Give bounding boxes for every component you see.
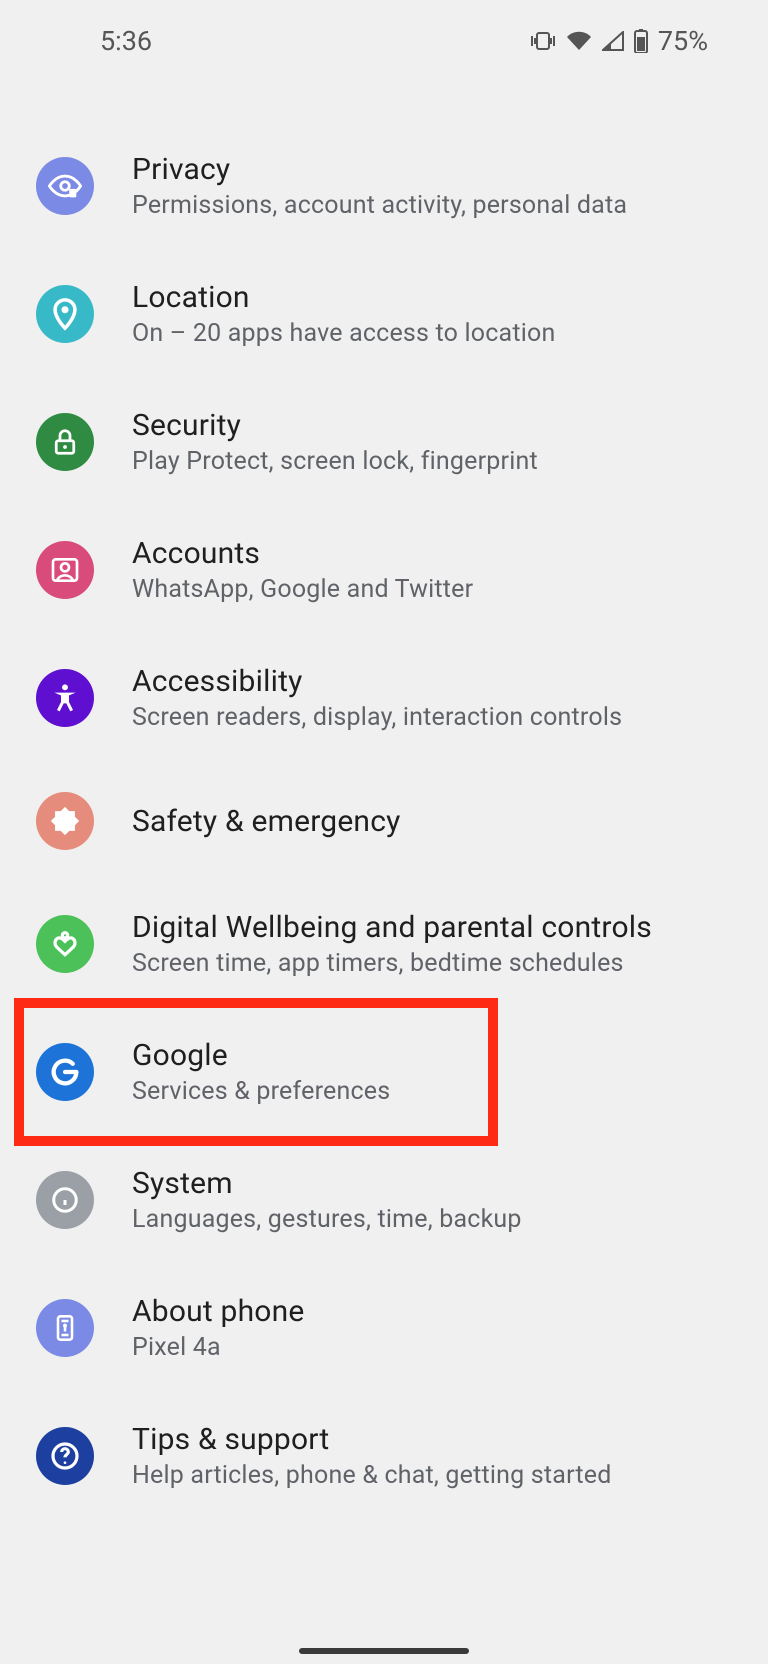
item-subtitle: Screen readers, display, interaction con… [132, 703, 622, 732]
vibrate-icon [530, 31, 556, 51]
settings-item-google[interactable]: Google Services & preferences [0, 1008, 768, 1136]
battery-icon [634, 29, 648, 53]
item-title: System [132, 1166, 522, 1201]
item-title: Tips & support [132, 1422, 612, 1457]
statusbar-indicators: 75% [530, 25, 708, 57]
status-bar: 5:36 75% [0, 0, 768, 82]
item-title: About phone [132, 1294, 304, 1329]
item-title: Privacy [132, 152, 627, 187]
item-text: Privacy Permissions, account activity, pe… [132, 152, 627, 220]
item-text: System Languages, gestures, time, backup [132, 1166, 522, 1234]
nav-pill[interactable] [299, 1648, 469, 1654]
item-text: Safety & emergency [132, 804, 401, 839]
item-subtitle: Services & preferences [132, 1077, 390, 1106]
pin-icon [36, 285, 94, 343]
item-subtitle: Languages, gestures, time, backup [132, 1205, 522, 1234]
account-icon [36, 541, 94, 599]
settings-item-safety[interactable]: Safety & emergency [0, 762, 768, 880]
statusbar-time: 5:36 [100, 25, 152, 57]
lock-icon [36, 413, 94, 471]
settings-item-location[interactable]: Location On – 20 apps have access to loca… [0, 250, 768, 378]
wifi-icon [566, 31, 592, 51]
item-text: Accounts WhatsApp, Google and Twitter [132, 536, 473, 604]
item-text: Location On – 20 apps have access to loca… [132, 280, 555, 348]
help-icon [36, 1427, 94, 1485]
item-subtitle: WhatsApp, Google and Twitter [132, 575, 473, 604]
settings-item-privacy[interactable]: Privacy Permissions, account activity, pe… [0, 122, 768, 250]
eye-icon [36, 157, 94, 215]
item-title: Accounts [132, 536, 473, 571]
item-subtitle: Pixel 4a [132, 1333, 304, 1362]
google-icon [36, 1043, 94, 1101]
settings-item-system[interactable]: System Languages, gestures, time, backup [0, 1136, 768, 1264]
item-title: Digital Wellbeing and parental controls [132, 910, 652, 945]
settings-list: Privacy Permissions, account activity, pe… [0, 82, 768, 1520]
item-title: Security [132, 408, 538, 443]
item-text: Tips & support Help articles, phone & cha… [132, 1422, 612, 1490]
settings-item-accessibility[interactable]: Accessibility Screen readers, display, in… [0, 634, 768, 762]
item-subtitle: Screen time, app timers, bedtime schedul… [132, 949, 652, 978]
item-title: Safety & emergency [132, 804, 401, 839]
item-subtitle: Play Protect, screen lock, fingerprint [132, 447, 538, 476]
wellbeing-icon [36, 915, 94, 973]
settings-item-about[interactable]: About phone Pixel 4a [0, 1264, 768, 1392]
item-title: Google [132, 1038, 390, 1073]
item-text: Google Services & preferences [132, 1038, 390, 1106]
phone-icon [36, 1299, 94, 1357]
item-text: Accessibility Screen readers, display, in… [132, 664, 622, 732]
item-title: Location [132, 280, 555, 315]
item-subtitle: On – 20 apps have access to location [132, 319, 555, 348]
settings-item-tips[interactable]: Tips & support Help articles, phone & cha… [0, 1392, 768, 1520]
accessibility-icon [36, 669, 94, 727]
item-subtitle: Help articles, phone & chat, getting sta… [132, 1461, 612, 1490]
item-title: Accessibility [132, 664, 622, 699]
item-subtitle: Permissions, account activity, personal … [132, 191, 627, 220]
medical-icon [36, 792, 94, 850]
settings-item-accounts[interactable]: Accounts WhatsApp, Google and Twitter [0, 506, 768, 634]
item-text: About phone Pixel 4a [132, 1294, 304, 1362]
settings-item-security[interactable]: Security Play Protect, screen lock, finge… [0, 378, 768, 506]
battery-percent: 75% [658, 25, 708, 57]
settings-item-wellbeing[interactable]: Digital Wellbeing and parental controls S… [0, 880, 768, 1008]
cellular-icon [602, 31, 624, 51]
item-text: Security Play Protect, screen lock, finge… [132, 408, 538, 476]
item-text: Digital Wellbeing and parental controls S… [132, 910, 652, 978]
info-icon [36, 1171, 94, 1229]
